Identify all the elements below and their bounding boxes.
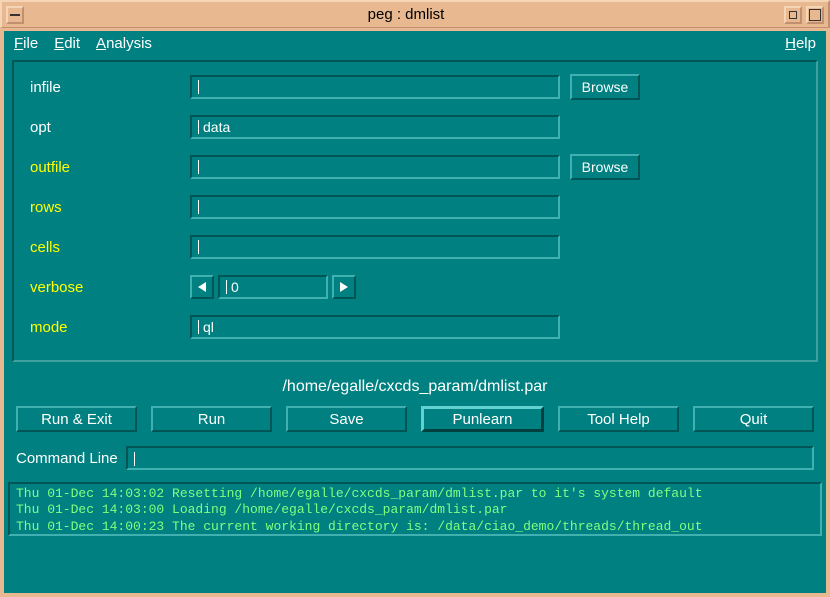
run-exit-button[interactable]: Run & Exit [16, 406, 137, 432]
menu-help[interactable]: Help [785, 35, 816, 52]
menu-file[interactable]: File [14, 35, 38, 52]
verbose-decrement-button[interactable] [190, 275, 214, 299]
quit-button[interactable]: Quit [693, 406, 814, 432]
command-line-field[interactable] [126, 446, 814, 470]
params-panel: infile Browse opt data outfile Browse ro… [12, 60, 818, 362]
menubar: File Edit Analysis Help [4, 31, 826, 56]
rows-field[interactable] [190, 195, 560, 219]
maximize-button[interactable] [806, 6, 824, 24]
verbose-field[interactable]: 0 [218, 275, 328, 299]
titlebar: peg : dmlist [0, 0, 830, 28]
opt-field[interactable]: data [190, 115, 560, 139]
menu-edit[interactable]: Edit [54, 35, 80, 52]
minimize-button[interactable] [784, 6, 802, 24]
label-rows: rows [30, 199, 190, 216]
label-outfile: outfile [30, 159, 190, 176]
cells-field[interactable] [190, 235, 560, 259]
param-file-path: /home/egalle/cxcds_param/dmlist.par [12, 378, 818, 396]
punlearn-button[interactable]: Punlearn [421, 406, 544, 432]
button-bar: Run & Exit Run Save Punlearn Tool Help Q… [12, 406, 818, 432]
label-opt: opt [30, 119, 190, 136]
bottom-panel: /home/egalle/cxcds_param/dmlist.par Run … [12, 372, 818, 478]
label-infile: infile [30, 79, 190, 96]
system-menu-button[interactable] [6, 6, 24, 24]
window: peg : dmlist File Edit Analysis Help inf… [0, 0, 830, 597]
client-area: File Edit Analysis Help infile Browse op… [0, 28, 830, 597]
label-cells: cells [30, 239, 190, 256]
verbose-increment-button[interactable] [332, 275, 356, 299]
label-mode: mode [30, 319, 190, 336]
mode-field[interactable]: ql [190, 315, 560, 339]
window-title: peg : dmlist [32, 6, 780, 23]
browse-outfile-button[interactable]: Browse [570, 154, 640, 180]
verbose-spinner: 0 [190, 275, 356, 299]
menu-analysis[interactable]: Analysis [96, 35, 152, 52]
outfile-field[interactable] [190, 155, 560, 179]
run-button[interactable]: Run [151, 406, 272, 432]
log-output[interactable]: Thu 01-Dec 14:03:02 Resetting /home/egal… [8, 482, 822, 536]
command-line-label: Command Line [16, 450, 118, 467]
infile-field[interactable] [190, 75, 560, 99]
browse-infile-button[interactable]: Browse [570, 74, 640, 100]
label-verbose: verbose [30, 279, 190, 296]
tool-help-button[interactable]: Tool Help [558, 406, 679, 432]
save-button[interactable]: Save [286, 406, 407, 432]
